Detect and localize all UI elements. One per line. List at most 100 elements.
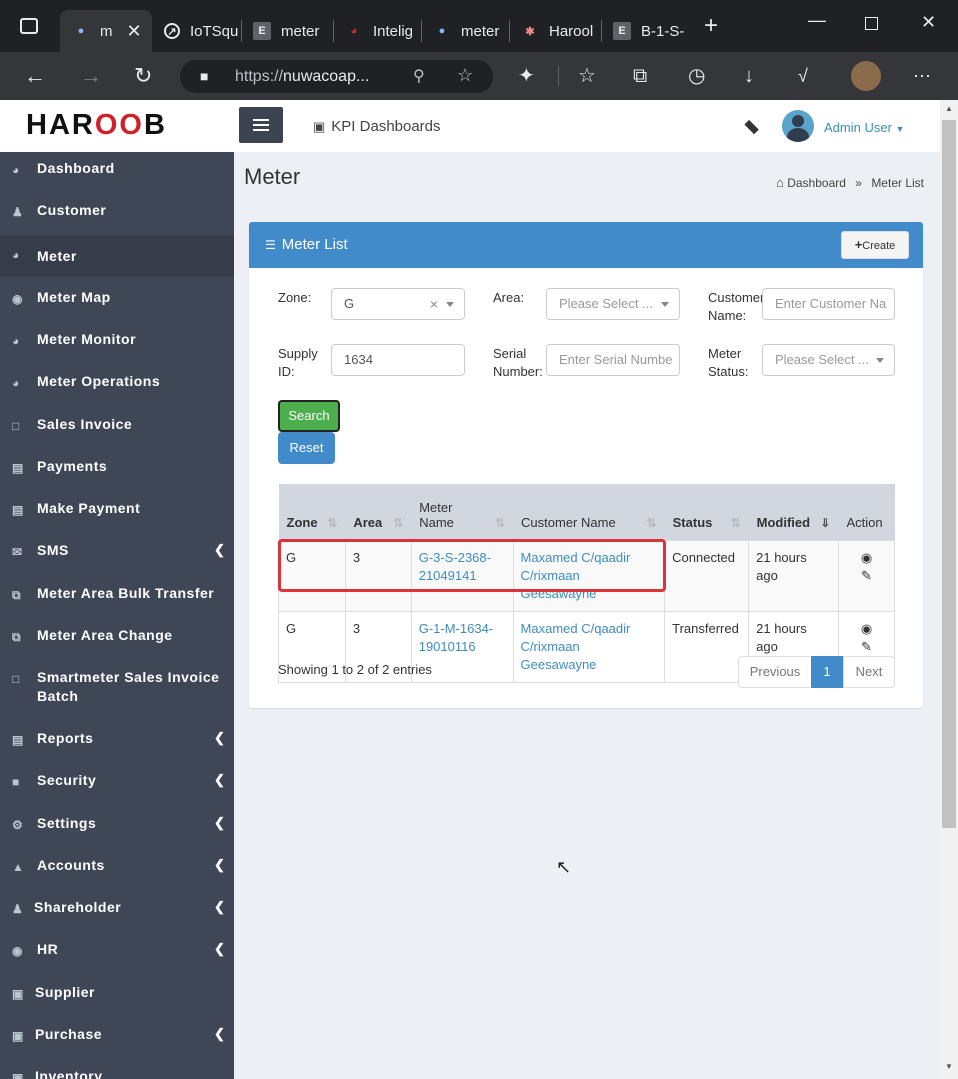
area-select[interactable]: Please Select ... <box>546 288 680 320</box>
reload-icon[interactable]: ↻ <box>134 64 152 88</box>
create-button[interactable]: +Create <box>841 231 909 259</box>
sidebar-item-accounts[interactable]: ▲ Accounts ❮ <box>0 857 234 883</box>
tab-meter-active[interactable]: ● m ✕ <box>60 10 152 52</box>
profile-avatar[interactable] <box>851 61 881 91</box>
new-tab-icon[interactable]: + <box>704 12 718 40</box>
edit-icon[interactable]: ✎ <box>861 568 872 583</box>
water-drop-icon: ● <box>77 25 85 37</box>
column-header-area[interactable]: Area ⇅ <box>345 484 412 540</box>
meter-name-link[interactable]: G-1-M-1634- 19010116 <box>419 621 493 654</box>
collections-icon[interactable]: ⧉ <box>633 64 647 88</box>
logo-text-mid: OO <box>94 109 144 141</box>
kpi-dashboards-link[interactable]: ▣ KPI Dashboards <box>313 118 441 135</box>
sidebar-item-label: Reports <box>37 730 94 746</box>
lock-icon[interactable]: ■ <box>200 68 208 84</box>
eye-icon[interactable]: ◉ <box>861 621 872 636</box>
column-header-status[interactable]: Status ⇅ <box>664 484 749 540</box>
sidebar-item-payments[interactable]: ▤ Payments <box>0 458 234 484</box>
tab-meter-3[interactable]: ● meter <box>421 10 509 52</box>
sidebar-item-settings[interactable]: ⚙ Settings ❮ <box>0 815 234 841</box>
menu-toggle-button[interactable] <box>239 107 283 143</box>
zone-select[interactable]: G × <box>331 288 465 320</box>
logo[interactable]: HAROOB <box>26 109 167 142</box>
serial-number-input[interactable]: Enter Serial Numbe <box>546 344 680 376</box>
column-header-modified[interactable]: Modified ⇓ <box>748 484 839 540</box>
close-icon[interactable]: ✕ <box>127 21 142 42</box>
sidebar-item-supplier[interactable]: ▣ Supplier <box>0 984 234 1010</box>
tab-iotsqu[interactable]: ↗ IoTSqu <box>152 10 240 52</box>
maximize-icon[interactable] <box>865 17 878 30</box>
user-menu[interactable]: Admin User ▼ <box>824 120 904 135</box>
scroll-down-icon[interactable]: ▼ <box>945 1062 953 1071</box>
tab-meter-2[interactable]: E meter <box>241 10 333 52</box>
sidebar-item-shareholder[interactable]: ♟ Shareholder ❮ <box>0 899 234 925</box>
sidebar-item-meter-map[interactable]: ◉ Meter Map <box>0 289 234 315</box>
edit-icon[interactable]: ✎ <box>861 639 872 654</box>
sidebar-item-smartmeter-sales-invoice-batch[interactable]: □ Smartmeter Sales Invoice Batch <box>0 669 234 709</box>
search-button[interactable]: Search <box>278 400 340 432</box>
tab-b1s[interactable]: E B-1-S- <box>601 10 691 52</box>
sidebar-item-meter-monitor[interactable]: ◕ Meter Monitor <box>0 331 234 357</box>
customer-name-link[interactable]: Maxamed C/qaadir C/rixmaan Geesawayne <box>521 621 631 672</box>
reset-button[interactable]: Reset <box>278 432 335 464</box>
tab-haroob[interactable]: ✱ Harool <box>509 10 601 52</box>
column-header-customer-name[interactable]: Customer Name ⇅ <box>513 484 665 540</box>
extensions-icon[interactable]: ✦ <box>518 64 535 88</box>
sidebar-item-meter-operations[interactable]: ◕ Meter Operations <box>0 373 234 399</box>
table-header-row: Zone ⇅ Area ⇅ Meter Name ⇅ Customer Name ⇅ S… <box>278 484 895 540</box>
sidebar-item-sms[interactable]: ✉ SMS ❮ <box>0 542 234 568</box>
page-1-button[interactable]: 1 <box>811 656 843 688</box>
math-solver-icon[interactable]: √ <box>798 64 808 88</box>
next-page-button[interactable]: Next <box>843 656 895 688</box>
sidebar-item-hr[interactable]: ◉ HR ❮ <box>0 941 234 967</box>
sidebar-item-meter-area-change[interactable]: ⧉ Meter Area Change <box>0 627 234 653</box>
favorite-add-icon[interactable]: ☆ <box>457 65 473 86</box>
table-row[interactable]: G 3 G-3-S-2368- 21049141 Maxamed C/qaadir… <box>278 539 896 612</box>
sidebar-item-sales-invoice[interactable]: □ Sales Invoice <box>0 416 234 442</box>
favorites-icon[interactable]: ☆ <box>578 64 596 88</box>
sidebar-item-purchase[interactable]: ▣ Purchase ❮ <box>0 1026 234 1052</box>
page-scrollbar[interactable]: ▲ ▼ <box>940 100 958 1079</box>
minimize-icon[interactable]: — <box>808 10 826 31</box>
history-icon[interactable]: ◷ <box>688 64 705 88</box>
ticket-icon[interactable]: ▮ <box>740 116 762 138</box>
create-label: Create <box>862 240 896 252</box>
sidebar-item-meter[interactable]: ◕ Meter <box>0 235 234 277</box>
back-icon[interactable]: ← <box>24 64 46 88</box>
sidebar-item-inventory[interactable]: ▣ Inventory <box>0 1068 234 1079</box>
forward-icon[interactable]: → <box>80 64 102 88</box>
tab-actions-icon[interactable] <box>20 18 38 34</box>
tab-intelig[interactable]: ◕ Intelig <box>333 10 421 52</box>
scrollbar-thumb[interactable] <box>942 120 956 828</box>
sidebar-item-reports[interactable]: ▤ Reports ❮ <box>0 730 234 756</box>
url-field[interactable]: ■ https://nuwacoap... ⚲ ☆ <box>180 60 493 93</box>
scroll-up-icon[interactable]: ▲ <box>945 104 953 113</box>
sidebar-item-label: Meter Monitor <box>37 331 137 347</box>
sidebar-item-meter-area-bulk-transfer[interactable]: ⧉ Meter Area Bulk Transfer <box>0 585 234 611</box>
column-header-zone[interactable]: Zone ⇅ <box>278 484 346 540</box>
breadcrumb-home-link[interactable]: Dashboard <box>787 176 846 190</box>
sidebar-item-customer[interactable]: ♟ Customer <box>0 202 234 228</box>
supply-id-input[interactable]: 1634 <box>331 344 465 376</box>
window-close-icon[interactable]: ✕ <box>921 12 936 33</box>
column-header-meter-name[interactable]: Meter Name ⇅ <box>411 484 514 540</box>
sidebar-item-label: Dashboard <box>37 160 115 176</box>
sidebar-item-security[interactable]: ■ Security ❮ <box>0 772 234 798</box>
sidebar-item-label: Sales Invoice <box>37 416 133 432</box>
chevron-left-icon: ❮ <box>214 730 226 745</box>
meter-name-link[interactable]: G-3-S-2368- 21049141 <box>419 550 491 583</box>
caret-down-icon <box>446 302 454 307</box>
customer-name-input[interactable]: Enter Customer Na <box>762 288 895 320</box>
eye-icon[interactable]: ◉ <box>861 550 872 565</box>
sidebar-item-make-payment[interactable]: ▤ Make Payment <box>0 500 234 526</box>
e-icon: E <box>253 22 271 40</box>
download-icon[interactable]: ↓ <box>744 64 754 88</box>
customer-name-link[interactable]: Maxamed C/qaadir C/rixmaan Geesawayne <box>521 550 631 601</box>
avatar[interactable] <box>782 110 814 142</box>
previous-page-button[interactable]: Previous <box>738 656 812 688</box>
zoom-icon[interactable]: ⚲ <box>413 66 425 86</box>
meter-status-select[interactable]: Please Select ... <box>762 344 895 376</box>
clear-icon[interactable]: × <box>430 289 438 319</box>
more-icon[interactable]: ⋯ <box>913 64 931 88</box>
sidebar-item-dashboard[interactable]: ◕ Dashboard <box>0 160 234 186</box>
